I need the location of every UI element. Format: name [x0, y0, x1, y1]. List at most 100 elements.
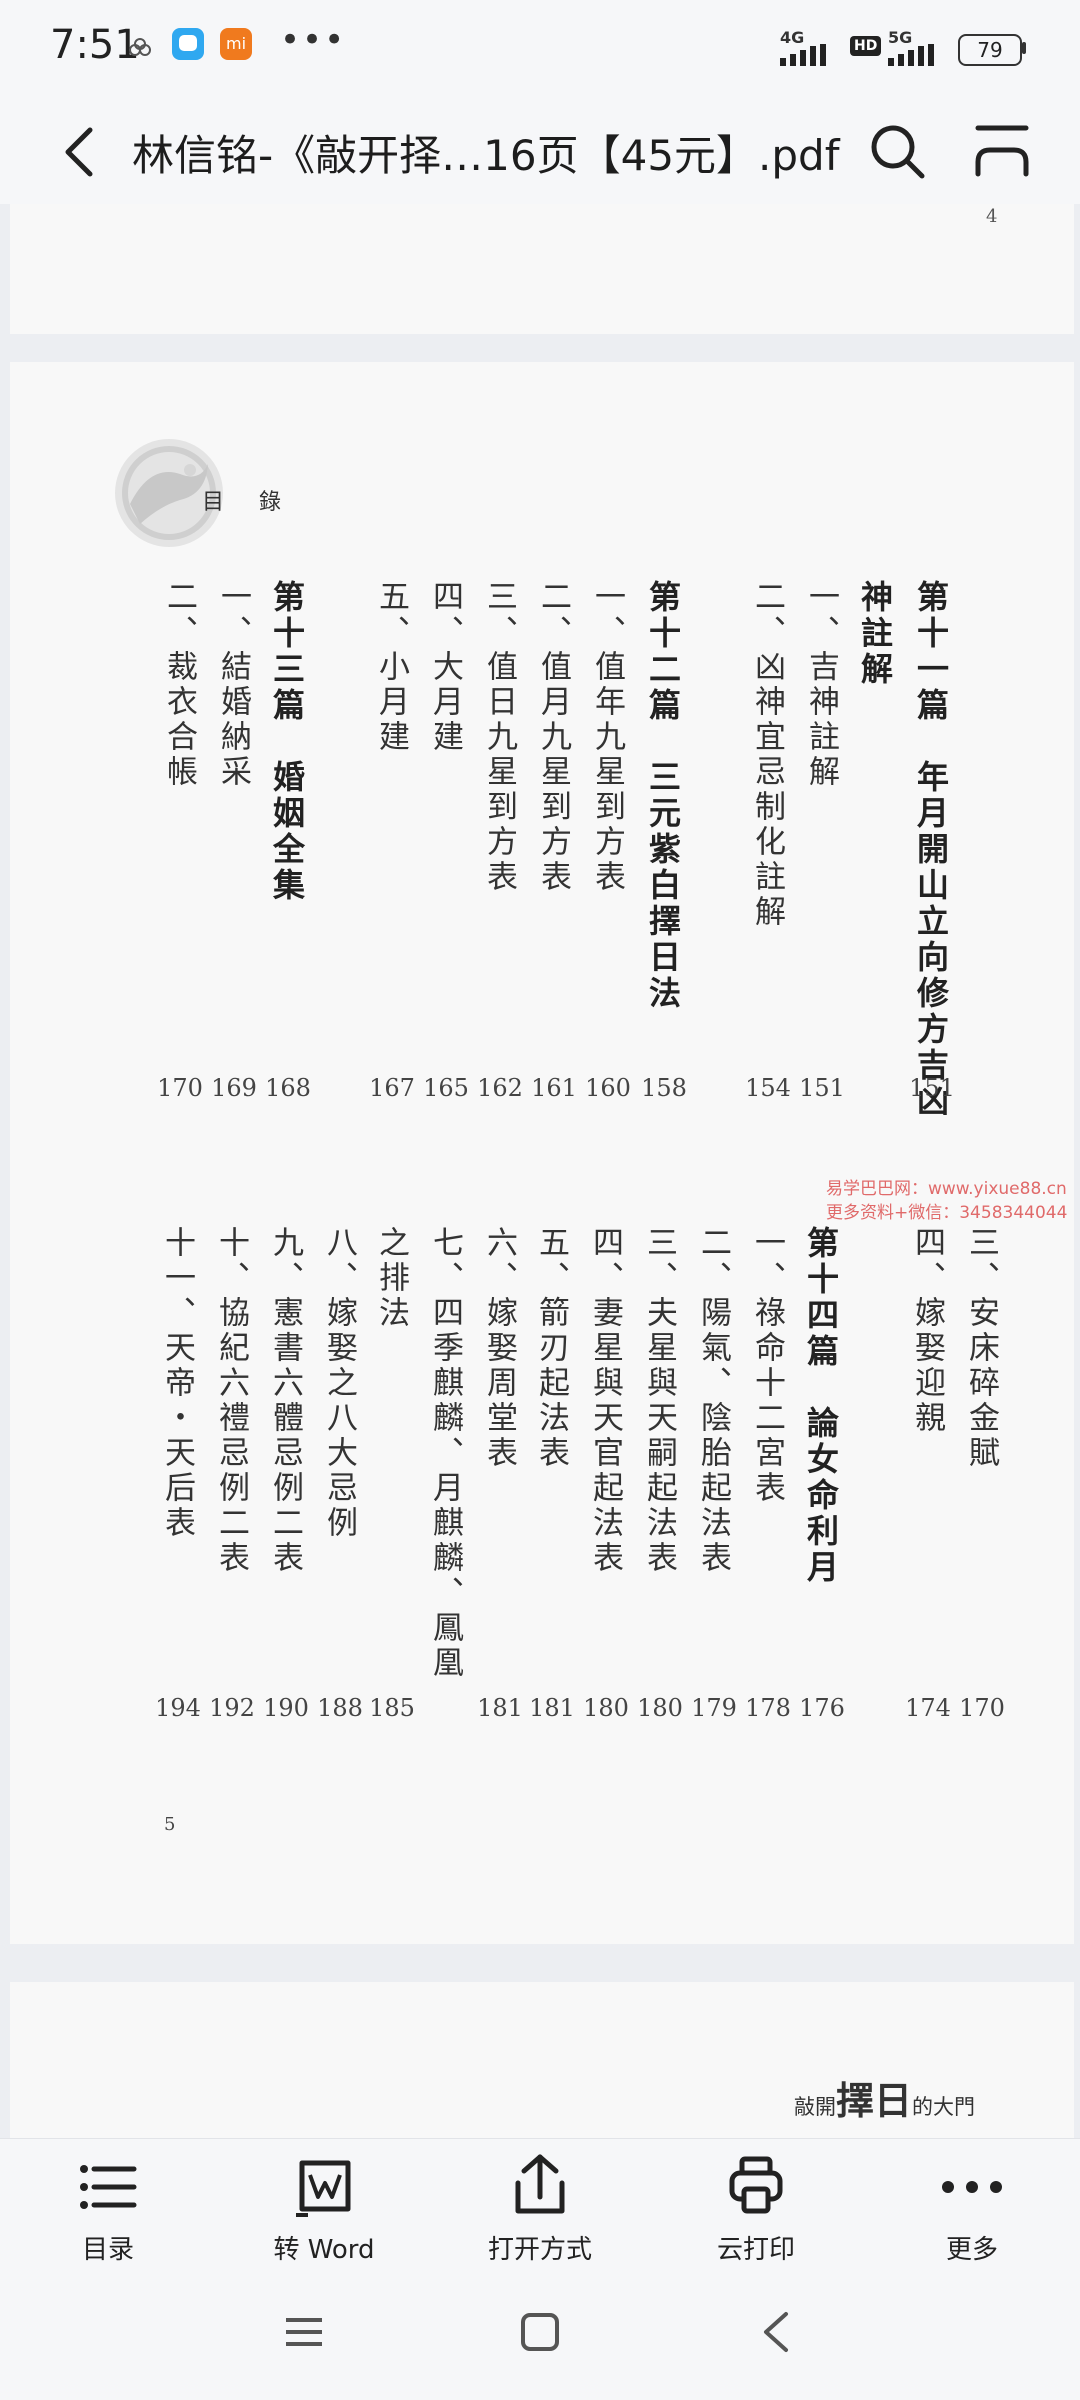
printer-icon [729, 2156, 783, 2214]
more-dots-icon: ••• [280, 20, 347, 60]
footer-pre: 敲開 [794, 2095, 836, 2119]
battery-indicator: 79 [958, 34, 1022, 66]
toc-entry: 五、箭刃起法表 [533, 1226, 569, 1471]
toc-entry: 四、大月建 [427, 580, 463, 755]
toc-page-number: 188 [317, 1694, 363, 1722]
toc-page-number: 160 [585, 1074, 631, 1102]
list-icon [80, 2165, 137, 2209]
title-bar: 林信铭-《敲开择…16页【45元】.pdf [0, 100, 1080, 204]
menu-icon[interactable] [974, 124, 1030, 178]
toc-page-number: 180 [637, 1694, 683, 1722]
page-footer-title: 敲開擇日的大門 [794, 2070, 975, 2125]
word-convert-icon [296, 2160, 351, 2217]
footer-big: 擇日 [836, 2078, 913, 2123]
toc-page-number: 194 [155, 1694, 201, 1722]
toc-entry: 三、安床碎金賦 [963, 1226, 999, 1471]
search-icon[interactable] [868, 122, 926, 180]
home-icon[interactable] [520, 2312, 560, 2352]
toc-page-number: 162 [477, 1074, 523, 1102]
toc-entry: 五、小月建 [373, 580, 409, 755]
toc-page-number: 185 [369, 1694, 415, 1722]
toc-entry: 十、協紀六禮忌例二表 [213, 1226, 249, 1576]
toc-entry: 一、結婚納采 [215, 580, 251, 790]
back-icon[interactable] [756, 2310, 796, 2354]
toc-button[interactable]: 目录 [28, 2149, 188, 2266]
convert-word-button[interactable]: 转 Word [244, 2149, 404, 2266]
toc-page-number: 170 [959, 1694, 1005, 1722]
toc-button-label: 目录 [81, 2235, 134, 2265]
toc-entry: 四、嫁娶迎親 [909, 1226, 945, 1436]
footer-post: 的大門 [912, 2095, 976, 2119]
toc-entry: 二、裁衣合帳 [161, 580, 197, 790]
document-viewer[interactable]: 4 目 錄 第十一篇 年月開山立向修方吉凶 151 神註解 一、吉神註解 151 二、凶神… [0, 204, 1080, 2138]
toc-page-number: 178 [745, 1694, 791, 1722]
watermark-line-1: 易学巴巴网：www.yixue88.cn [826, 1179, 1067, 1199]
toc-entry: 二、凶神宜忌制化註解 [749, 580, 785, 930]
toc-page-number: 170 [157, 1074, 203, 1102]
toc-page-number: 168 [265, 1074, 311, 1102]
toc-page-number: 165 [423, 1074, 469, 1102]
toc-entry: 四、妻星與天官起法表 [587, 1226, 623, 1576]
page-number: 5 [164, 1814, 176, 1835]
cloud-print-button[interactable]: 云打印 [676, 2149, 836, 2266]
toc-page-number: 167 [369, 1074, 415, 1102]
recent-apps-icon[interactable] [284, 2312, 324, 2352]
toc-entry: 第十二篇 三元紫白擇日法 [644, 580, 682, 1012]
toc-entry: 第十一篇 年月開山立向修方吉凶 [912, 580, 950, 1120]
toc-page-number: 180 [583, 1694, 629, 1722]
signal-icon-2 [888, 44, 934, 66]
toc-entry: 二、值月九星到方表 [535, 580, 571, 895]
toc-entry: 十一、天帝・天后表 [159, 1226, 195, 1541]
toc-entry: 第十三篇 婚姻全集 [268, 580, 306, 904]
toc-page-number: 176 [799, 1694, 845, 1722]
toc-entry: 一、值年九星到方表 [589, 580, 625, 895]
toc-entry: 一、祿命十二宮表 [749, 1226, 785, 1506]
watermark-line-2: 更多资料+微信：3458344044 [826, 1203, 1068, 1223]
toc-entry: 六、嫁娶周堂表 [481, 1226, 517, 1471]
toc-entry: 三、夫星與天嗣起法表 [641, 1226, 677, 1576]
pdf-page-toc: 目 錄 第十一篇 年月開山立向修方吉凶 151 神註解 一、吉神註解 151 二、凶神宜忌… [10, 362, 1074, 1944]
toc-entry: 二、陽氣、陰胎起法表 [695, 1226, 731, 1576]
status-time: 7:51 [50, 22, 140, 68]
rings-icon [129, 38, 151, 56]
open-with-button[interactable]: 打开方式 [460, 2149, 620, 2266]
document-title: 林信铭-《敲开择…16页【45元】.pdf [132, 131, 840, 180]
toc-entry: 三、值日九星到方表 [481, 580, 517, 895]
cloud-print-label: 云打印 [716, 2235, 795, 2265]
toc-entry: 一、吉神註解 [803, 580, 839, 790]
toc-entry: 九、憲書六體忌例二表 [267, 1226, 303, 1576]
back-arrow-icon[interactable] [58, 124, 98, 180]
status-bar: 7:51 mi ••• 4G HD 5G 79 [0, 0, 1080, 100]
system-nav-bar [0, 2280, 1080, 2400]
convert-word-label: 转 Word [273, 2235, 375, 2265]
toc-page-number: 181 [477, 1694, 523, 1722]
toc-header: 目 錄 [202, 490, 295, 515]
toc-page-number: 181 [529, 1694, 575, 1722]
toc-entry: 神註解 [856, 580, 894, 688]
toc-page-number: 174 [905, 1694, 951, 1722]
toc-page-number: 179 [691, 1694, 737, 1722]
chat-app-icon [172, 28, 204, 60]
page-number-prev: 4 [986, 206, 998, 227]
toc-page-number: 192 [209, 1694, 255, 1722]
more-icon [942, 2181, 1002, 2193]
toc-entry: 之排法 [373, 1226, 409, 1331]
share-icon [515, 2154, 565, 2214]
toc-page-number: 161 [531, 1074, 577, 1102]
pdf-page-previous: 4 [10, 204, 1074, 334]
toc-page-number: 151 [909, 1074, 955, 1102]
signal-icon [780, 44, 826, 66]
toc-page-number: 190 [263, 1694, 309, 1722]
toc-entry: 八、嫁娶之八大忌例 [321, 1226, 357, 1541]
bottom-toolbar: 目录 转 Word 打开方式 云打印 更多 [0, 2138, 1080, 2281]
toc-page-number: 154 [745, 1074, 791, 1102]
toc-page-number: 158 [641, 1074, 687, 1102]
toc-page-number: 169 [211, 1074, 257, 1102]
toc-page-number: 151 [799, 1074, 845, 1102]
toc-entry: 七、四季麒麟、月麒麟、鳳凰 [427, 1226, 463, 1681]
more-label: 更多 [945, 2235, 998, 2265]
hd-badge: HD [850, 36, 882, 56]
more-button[interactable]: 更多 [892, 2149, 1052, 2266]
open-with-label: 打开方式 [487, 2235, 592, 2265]
pdf-page-next: 敲開擇日的大門 [10, 1982, 1074, 2138]
